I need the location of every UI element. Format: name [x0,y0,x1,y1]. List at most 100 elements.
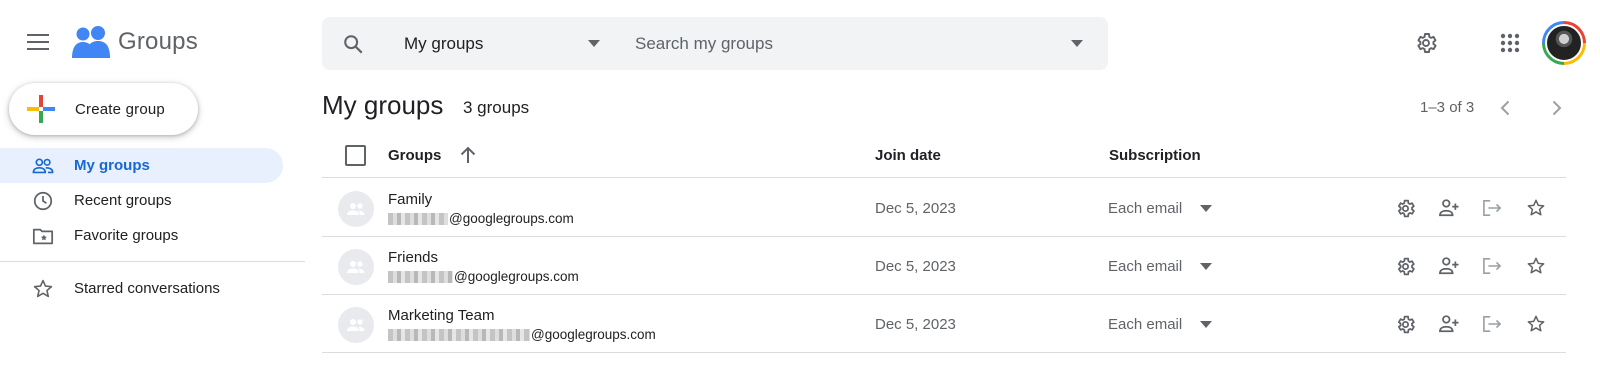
subscription-select[interactable]: Each email [1108,197,1213,219]
group-settings-button[interactable] [1392,195,1418,221]
table-row[interactable]: Family @googlegroups.com Dec 5, 2023 Eac… [322,179,1566,237]
favorite-star-button[interactable] [1523,195,1549,221]
table-row[interactable]: Friends @googlegroups.com Dec 5, 2023 Ea… [322,237,1566,295]
search-scope-label: My groups [404,33,484,53]
group-avatar [338,249,374,285]
groups-logo[interactable]: Groups [72,24,198,60]
search-button[interactable] [338,29,368,59]
subscription-select[interactable]: Each email [1108,313,1213,335]
select-all-checkbox[interactable] [345,145,366,166]
redacted-email-prefix [388,270,453,283]
group-name[interactable]: Family [388,191,432,208]
search-input[interactable] [635,27,1055,60]
leave-group-button[interactable] [1479,311,1505,337]
subscription-value: Each email [1108,257,1183,275]
next-page-button[interactable] [1545,94,1569,122]
person-add-icon [1439,199,1459,217]
groups-logo-icon [72,26,110,58]
apps-launcher-button[interactable] [1492,25,1528,61]
column-header-groups[interactable]: Groups [388,147,441,164]
exit-icon [1483,199,1502,217]
gear-icon [1397,257,1415,275]
gear-icon [1397,199,1415,217]
redacted-email-prefix [388,328,530,341]
sidebar-item-label: Favorite groups [74,227,179,244]
create-group-button[interactable]: Create group [9,83,198,135]
sidebar-item-label: Recent groups [74,192,172,209]
join-date: Dec 5, 2023 [875,200,956,217]
star-icon [33,279,53,298]
hamburger-menu-icon [27,34,49,50]
group-settings-button[interactable] [1392,253,1418,279]
group-name[interactable]: Friends [388,249,438,266]
gear-icon [1397,315,1415,333]
chevron-right-icon [1552,100,1562,116]
previous-page-button[interactable] [1493,94,1517,122]
star-icon [1527,257,1545,274]
add-member-button[interactable] [1436,311,1462,337]
leave-group-button[interactable] [1479,195,1505,221]
table-row[interactable]: Marketing Team @googlegroups.com Dec 5, … [322,295,1566,353]
subscription-select[interactable]: Each email [1108,255,1213,277]
account-avatar[interactable] [1542,21,1586,65]
column-header-subscription: Subscription [1109,147,1201,164]
group-people-icon [347,319,365,331]
pagination-range: 1–3 of 3 [1420,99,1475,116]
clock-icon [33,191,53,211]
sidebar-item-starred-conversations[interactable]: Starred conversations [0,271,283,306]
create-group-label: Create group [75,100,165,118]
group-email: @googlegroups.com [388,211,574,226]
page-title: My groups [322,90,444,120]
redacted-email-prefix [388,212,448,225]
chevron-down-icon [1200,320,1213,328]
leave-group-button[interactable] [1479,253,1505,279]
group-email-domain: @googlegroups.com [531,327,656,342]
group-avatar [338,191,374,227]
search-scope-select[interactable]: My groups [404,17,614,70]
add-member-button[interactable] [1436,253,1462,279]
search-bar: My groups [322,17,1108,70]
chevron-down-icon [1200,262,1213,270]
table-header: Groups Join date Subscription [322,137,1566,178]
column-header-join-date[interactable]: Join date [875,147,941,164]
person-add-icon [1439,315,1459,333]
group-name[interactable]: Marketing Team [388,307,494,324]
add-member-button[interactable] [1436,195,1462,221]
exit-icon [1483,315,1502,333]
group-email: @googlegroups.com [388,269,579,284]
settings-button[interactable] [1408,25,1444,61]
folder-star-icon [32,228,54,245]
search-icon [344,35,363,54]
avatar-image [1545,24,1583,62]
sidebar-item-my-groups[interactable]: My groups [0,148,283,183]
exit-icon [1483,257,1502,275]
group-email: @googlegroups.com [388,327,656,342]
chevron-down-icon [1200,204,1213,212]
group-email-domain: @googlegroups.com [454,269,579,284]
group-count: 3 groups [463,98,530,117]
sort-ascending-arrow-icon[interactable] [456,143,480,167]
join-date: Dec 5, 2023 [875,316,956,333]
sidebar-item-label: My groups [74,157,150,174]
search-options-caret-icon[interactable] [1071,40,1083,47]
star-icon [1527,199,1545,216]
group-avatar [338,307,374,343]
person-add-icon [1439,257,1459,275]
group-people-icon [347,203,365,215]
group-settings-button[interactable] [1392,311,1418,337]
people-icon [32,158,54,174]
favorite-star-button[interactable] [1523,311,1549,337]
sidebar-divider [0,261,305,262]
chevron-left-icon [1500,100,1510,116]
scope-dropdown-caret-icon[interactable] [588,40,600,47]
join-date: Dec 5, 2023 [875,258,956,275]
sidebar-item-label: Starred conversations [74,280,220,297]
subscription-value: Each email [1108,199,1183,217]
favorite-star-button[interactable] [1523,253,1549,279]
group-people-icon [347,261,365,273]
sidebar-item-favorite-groups[interactable]: Favorite groups [0,218,283,253]
apps-grid-icon [1500,33,1520,53]
main-menu-button[interactable] [20,24,56,60]
subscription-value: Each email [1108,315,1183,333]
sidebar-item-recent-groups[interactable]: Recent groups [0,183,283,218]
